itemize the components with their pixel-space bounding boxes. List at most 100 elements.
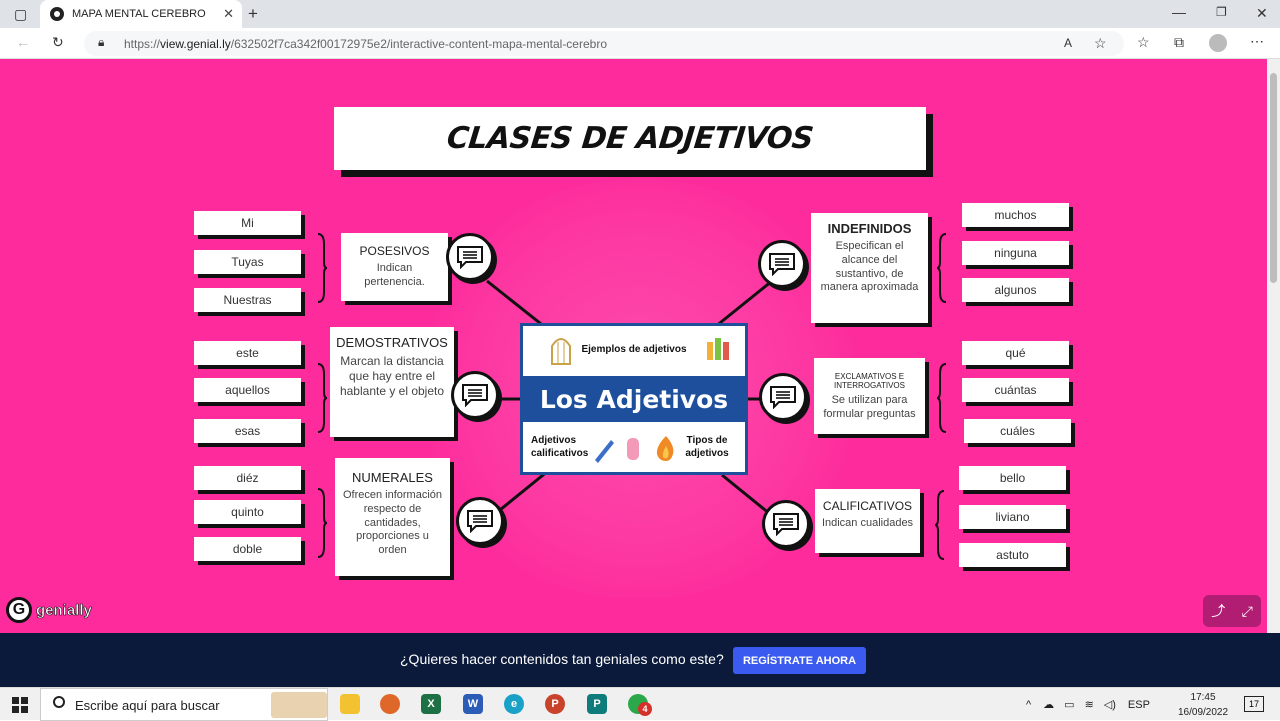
category-heading: NUMERALES [352, 470, 433, 485]
language-indicator[interactable]: ESP [1128, 699, 1150, 711]
new-tab-icon[interactable]: + [248, 5, 258, 22]
favorites-icon[interactable]: ☆ [1137, 35, 1150, 49]
comment-bubble-calificativos[interactable] [762, 500, 810, 548]
pen-icon [595, 440, 614, 463]
comment-bubble-demostrativos[interactable] [451, 371, 499, 419]
signup-banner: ¿Quieres hacer contenidos tan geniales c… [0, 633, 1280, 687]
example-liviano: liviano [959, 505, 1066, 529]
notifications-icon[interactable]: 17 [1244, 696, 1264, 712]
category-numerales: NUMERALES Ofrecen información respecto d… [335, 458, 450, 576]
close-window-icon[interactable]: ✕ [1256, 6, 1268, 20]
genially-logo[interactable]: G genially [6, 597, 92, 623]
browser-tab[interactable]: MAPA MENTAL CEREBRO ✕ [40, 0, 242, 28]
firefox-icon[interactable] [380, 694, 400, 714]
lock-icon[interactable]: 🔒︎ [98, 36, 104, 48]
minimize-icon[interactable]: — [1172, 5, 1186, 19]
windows-start-icon[interactable] [12, 697, 28, 713]
restore-icon[interactable]: ❐ [1216, 6, 1227, 18]
notification-count: 17 [1248, 699, 1259, 709]
collections-icon[interactable]: ⧉ [1174, 35, 1184, 49]
tab-actions-icon[interactable]: ▢ [14, 7, 27, 21]
category-exclamativos-interrogativos: EXCLAMATIVOS E INTERROGATIVOS Se utiliza… [814, 358, 925, 434]
whatsapp-icon[interactable]: 4 [628, 694, 652, 716]
center-right-label: Tipos de adjetivos [685, 435, 729, 459]
center-image-los-adjetivos: Ejemplos de adjetivos Los Adjetivos Adje… [520, 323, 748, 475]
category-heading: INDEFINIDOS [827, 221, 912, 236]
wifi-icon[interactable]: ≋ [1085, 698, 1094, 711]
clock-time: 17:45 [1190, 692, 1216, 703]
category-demostrativos: DEMOSTRATIVOS Marcan la distancia que ha… [330, 327, 454, 437]
speech-bubble-icon [770, 386, 796, 409]
category-description: Especifican el alcance del sustantivo, d… [820, 240, 919, 294]
comment-bubble-posesivos[interactable] [446, 233, 494, 281]
read-aloud-icon[interactable]: A [1064, 37, 1072, 49]
birdcage-icon [551, 338, 571, 365]
category-description: Indican cualidades [821, 517, 914, 529]
battery-icon[interactable]: ▭ [1064, 698, 1074, 711]
category-description: Se utilizan para formular preguntas [823, 394, 916, 420]
volume-icon[interactable]: ◁) [1104, 698, 1116, 711]
center-left-label: Adjetivos calificativos [531, 435, 589, 459]
center-title-band: Los Adjetivos [523, 376, 745, 422]
example-astuto: astuto [959, 543, 1066, 567]
brace-indefinidos [936, 233, 947, 303]
publisher-icon[interactable]: P [587, 694, 607, 714]
system-tray: ^ ☁ ▭ ≋ ◁) ESP [1026, 688, 1150, 721]
page-scrollbar[interactable] [1267, 59, 1280, 633]
excel-icon[interactable]: X [421, 694, 441, 714]
favorite-add-icon[interactable]: ☆ [1094, 36, 1107, 50]
category-description: Marcan la distancia que hay entre el hab… [339, 354, 445, 398]
share-controls: ⤴ ⤢ [1203, 595, 1261, 627]
brace-demostrativos [317, 363, 328, 433]
category-calificativos: CALIFICATIVOS Indican cualidades [815, 489, 920, 553]
url-text[interactable]: https://view.genial.ly/632502f7ca342f001… [124, 37, 607, 51]
clock-date: 16/09/2022 [1178, 707, 1229, 718]
profile-avatar[interactable] [1209, 34, 1227, 52]
example-mi: Mi [194, 211, 301, 235]
category-heading: EXCLAMATIVOS E INTERROGATIVOS [834, 372, 905, 390]
share-icon[interactable]: ⤴ [1211, 601, 1225, 621]
register-button[interactable]: REGÍSTRATE AHORA [733, 647, 866, 674]
fire-icon [656, 436, 674, 461]
clock[interactable]: 17:45 16/09/2022 [1178, 690, 1228, 720]
genially-canvas: CLASES DE ADJETIVOS Mi Tuyas Nuestras PO… [0, 59, 1267, 633]
example-este: este [194, 341, 301, 365]
taskbar-search-placeholder: Escribe aquí para buscar [75, 698, 220, 713]
example-esas: esas [194, 419, 301, 443]
cloud-icon[interactable]: ☁ [1043, 698, 1054, 711]
comment-bubble-numerales[interactable] [456, 497, 504, 545]
category-indefinidos: INDEFINIDOS Especifican el alcance del s… [811, 213, 928, 323]
tab-title: MAPA MENTAL CEREBRO [72, 8, 206, 20]
fullscreen-icon[interactable]: ⤢ [1242, 603, 1253, 620]
example-quinto: quinto [194, 500, 301, 524]
brace-posesivos [317, 233, 328, 303]
browser-tab-bar: ▢ MAPA MENTAL CEREBRO ✕ + — ❐ ✕ [0, 0, 1280, 28]
genially-favicon-icon [50, 7, 64, 21]
scrollbar-thumb[interactable] [1270, 73, 1277, 283]
mail-badge: 4 [638, 702, 652, 716]
example-diez: diéz [194, 466, 301, 490]
example-nuestras: Nuestras [194, 288, 301, 312]
comment-bubble-exclamativos[interactable] [759, 373, 807, 421]
taskbar-search[interactable]: Escribe aquí para buscar [40, 688, 328, 721]
word-icon[interactable]: W [463, 694, 483, 714]
close-tab-icon[interactable]: ✕ [223, 6, 234, 22]
powerpoint-icon[interactable]: P [545, 694, 565, 714]
url-box[interactable]: 🔒︎ https://view.genial.ly/632502f7ca342f… [84, 31, 1124, 56]
example-tuyas: Tuyas [194, 250, 301, 274]
refresh-icon[interactable]: ↻ [52, 35, 64, 49]
more-menu-icon[interactable]: ⋯ [1250, 34, 1264, 48]
speech-bubble-icon [462, 384, 488, 407]
show-hidden-icons-icon[interactable]: ^ [1026, 699, 1031, 711]
pencils-icon [707, 338, 729, 360]
title-card: CLASES DE ADJETIVOS [334, 107, 926, 170]
eraser-icon [627, 438, 639, 460]
file-explorer-icon[interactable] [340, 694, 360, 714]
center-bottom-section: Adjetivos calificativos Tipos de adjetiv… [523, 426, 745, 472]
center-main-label: Los Adjetivos [539, 384, 729, 414]
edge-icon[interactable]: e [504, 694, 524, 714]
comment-bubble-indefinidos[interactable] [758, 240, 806, 288]
back-icon[interactable]: ← [16, 35, 30, 49]
category-heading: DEMOSTRATIVOS [336, 335, 448, 350]
speech-bubble-icon [769, 253, 795, 276]
